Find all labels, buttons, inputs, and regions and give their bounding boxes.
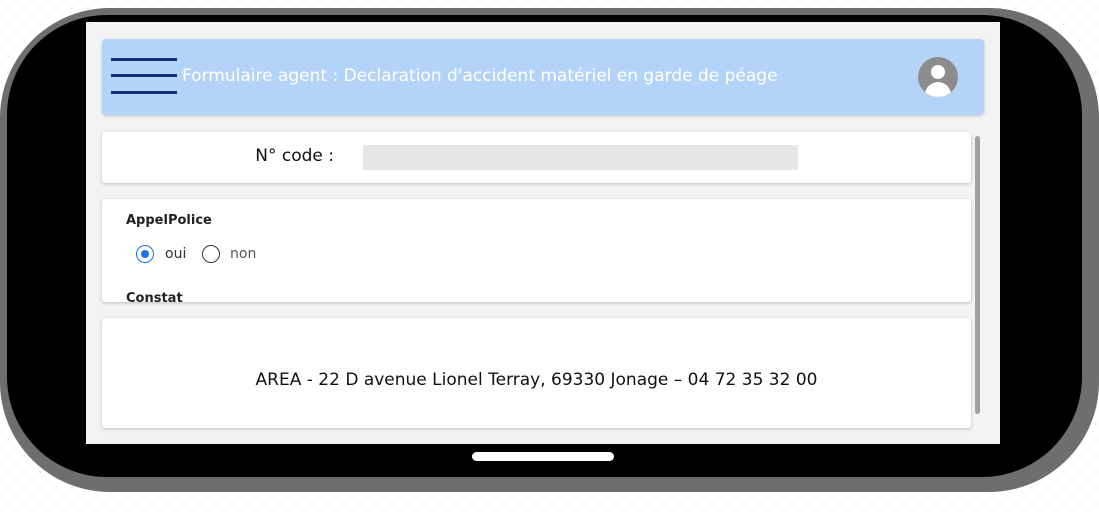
app-viewport: Formulaire agent : Declaration d'acciden…: [86, 22, 1000, 444]
page-title: Formulaire agent : Declaration d'acciden…: [182, 66, 778, 86]
code-card: N° code :: [102, 132, 971, 183]
app-header: Formulaire agent : Declaration d'acciden…: [102, 39, 984, 115]
home-indicator[interactable]: [472, 452, 614, 461]
code-label: N° code :: [255, 146, 334, 166]
code-input[interactable]: [363, 145, 798, 170]
radio-non[interactable]: [202, 245, 220, 263]
appel-police-label: AppelPolice: [126, 213, 212, 228]
hamburger-menu-icon[interactable]: [111, 58, 177, 98]
scrollbar-thumb[interactable]: [975, 136, 980, 414]
footer-address: AREA - 22 D avenue Lionel Terray, 69330 …: [255, 370, 818, 390]
radio-oui[interactable]: [136, 245, 154, 263]
appel-police-card: AppelPolice oui non Constat: [102, 199, 971, 302]
user-avatar-icon[interactable]: [918, 57, 958, 97]
constat-label: Constat: [126, 291, 183, 302]
radio-non-label[interactable]: non: [230, 246, 256, 262]
menu-line: [111, 58, 177, 61]
radio-oui-label[interactable]: oui: [165, 246, 186, 262]
menu-line: [111, 91, 177, 94]
scrollbar[interactable]: [973, 132, 981, 432]
avatar-head: [931, 65, 945, 79]
menu-line: [111, 74, 177, 77]
avatar-body: [925, 82, 951, 97]
footer-card: AREA - 22 D avenue Lionel Terray, 69330 …: [102, 318, 971, 428]
